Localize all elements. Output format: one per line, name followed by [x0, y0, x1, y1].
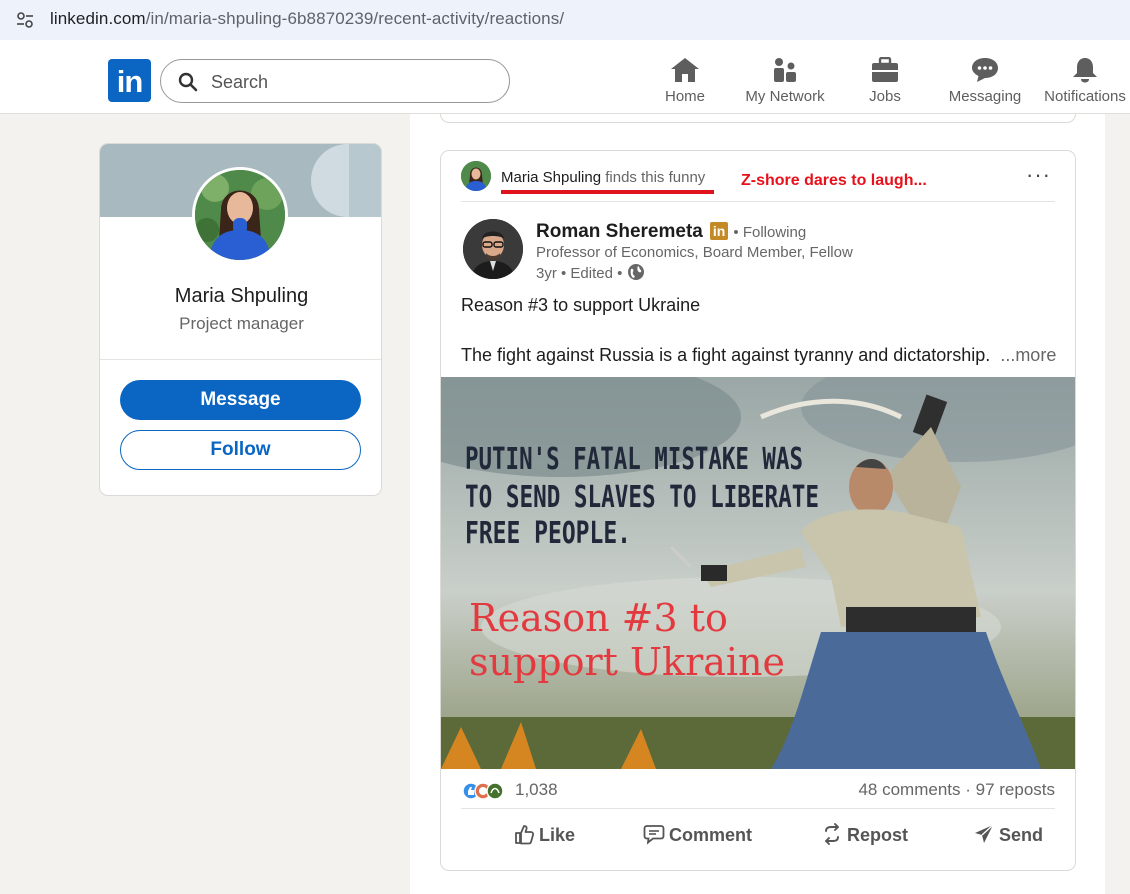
nav-my-network-label: My Network: [745, 88, 825, 105]
repost-icon: [825, 823, 839, 845]
profile-card: Maria Shpuling Project manager Message F…: [99, 143, 382, 496]
author-name-text[interactable]: Roman Sheremeta: [536, 221, 703, 242]
browser-separator: [0, 40, 1130, 48]
more-options-icon[interactable]: ···: [1026, 162, 1051, 188]
profile-avatar[interactable]: [192, 167, 288, 263]
previous-post-card: [440, 114, 1076, 123]
message-button[interactable]: Message: [120, 380, 361, 420]
repost-button[interactable]: Repost: [821, 823, 908, 859]
search-box[interactable]: [160, 59, 510, 103]
banner-shape-2: [349, 144, 381, 217]
nav-home-label: Home: [664, 88, 705, 105]
url-host: linkedin.com: [50, 9, 146, 28]
author-avatar[interactable]: [463, 219, 523, 279]
svg-text:support Ukraine: support Ukraine: [469, 640, 785, 684]
home-icon: [671, 58, 699, 82]
profile-title: Project manager: [179, 314, 304, 333]
globe-icon: [627, 264, 644, 280]
search-icon: [178, 72, 198, 92]
top-navbar: in Home My Network Jobs: [0, 48, 1130, 114]
comment-icon: [643, 825, 665, 845]
author-name[interactable]: Roman Sheremeta in • Following: [536, 221, 806, 243]
annotation-text: Z-shore dares to laugh...: [741, 172, 927, 189]
social-counts: 1,038 48 comments · 97 reposts: [461, 777, 1055, 809]
reaction-type: finds this funny: [605, 169, 706, 186]
url-text[interactable]: linkedin.com/in/maria-shpuling-6b8870239…: [50, 9, 564, 29]
nav-messaging[interactable]: Messaging: [935, 57, 1035, 109]
post-text-body: The fight against Russia is a fight agai…: [461, 345, 991, 365]
reaction-icons[interactable]: [461, 781, 513, 801]
post-text-line-2: The fight against Russia is a fight agai…: [461, 345, 1056, 366]
follow-button[interactable]: Follow: [120, 430, 361, 470]
divider: [100, 359, 381, 360]
profile-name[interactable]: Maria Shpuling: [100, 285, 381, 308]
post-meta: 3yr • Edited •: [536, 263, 645, 282]
following-status: • Following: [733, 224, 807, 241]
network-icon: [774, 58, 796, 82]
bell-icon: [1073, 58, 1097, 83]
reactor-avatar[interactable]: [461, 161, 491, 191]
svg-text:FREE PEOPLE.: FREE PEOPLE.: [465, 516, 631, 551]
linkedin-logo[interactable]: in: [108, 59, 151, 102]
browser-url-bar[interactable]: linkedin.com/in/maria-shpuling-6b8870239…: [0, 0, 1130, 40]
reaction-count[interactable]: 1,038: [515, 780, 558, 800]
annotation-underline: [501, 190, 714, 194]
nav-jobs[interactable]: Jobs: [835, 57, 935, 109]
nav-messaging-label: Messaging: [948, 88, 1022, 105]
nav-notifications[interactable]: Notifications: [1035, 57, 1130, 109]
reaction-text: Maria Shpuling finds this funny: [501, 169, 705, 186]
send-label: Send: [999, 825, 1044, 845]
repost-label: Repost: [847, 825, 909, 845]
briefcase-icon: [872, 57, 898, 82]
reactor-name[interactable]: Maria Shpuling: [501, 169, 601, 186]
url-path: /in/maria-shpuling-6b8870239/recent-acti…: [145, 9, 565, 28]
comment-label: Comment: [669, 825, 753, 845]
search-input[interactable]: [211, 70, 491, 94]
nav-my-network[interactable]: My Network: [735, 57, 835, 109]
reaction-header: Maria Shpuling finds this funny Z-shore …: [461, 160, 1055, 202]
site-settings-icon[interactable]: [14, 9, 36, 31]
chat-icon: [972, 58, 998, 82]
nav-jobs-label: Jobs: [869, 88, 901, 105]
see-more-link[interactable]: ...more: [1000, 345, 1056, 365]
post-time: 3yr • Edited •: [536, 265, 623, 282]
svg-text:PUTIN'S FATAL MISTAKE WAS: PUTIN'S FATAL MISTAKE WAS: [465, 442, 803, 477]
post-image[interactable]: PUTIN'S FATAL MISTAKE WAS TO SEND SLAVES…: [441, 377, 1075, 769]
comments-reposts-count[interactable]: 48 comments · 97 reposts: [858, 780, 1055, 800]
nav-home[interactable]: Home: [635, 57, 735, 109]
send-icon: [975, 824, 994, 843]
premium-badge-icon: in: [710, 222, 729, 240]
send-button[interactable]: Send: [973, 823, 1043, 859]
svg-text:Reason #3 to: Reason #3 to: [469, 596, 728, 640]
post-text-line-1: Reason #3 to support Ukraine: [461, 295, 701, 315]
author-headline: Professor of Economics, Board Member, Fe…: [536, 244, 853, 261]
svg-text:TO SEND SLAVES TO LIBERATE: TO SEND SLAVES TO LIBERATE: [465, 480, 819, 515]
post-card: Maria Shpuling finds this funny Z-shore …: [440, 150, 1076, 871]
like-button[interactable]: Like: [513, 823, 575, 859]
nav-notifications-label: Notifications: [1044, 88, 1126, 105]
thumbs-up-icon: [515, 825, 535, 845]
comment-button[interactable]: Comment: [643, 823, 752, 859]
like-label: Like: [539, 825, 576, 845]
post-actions: Like Comment Repost Send: [461, 819, 1055, 863]
